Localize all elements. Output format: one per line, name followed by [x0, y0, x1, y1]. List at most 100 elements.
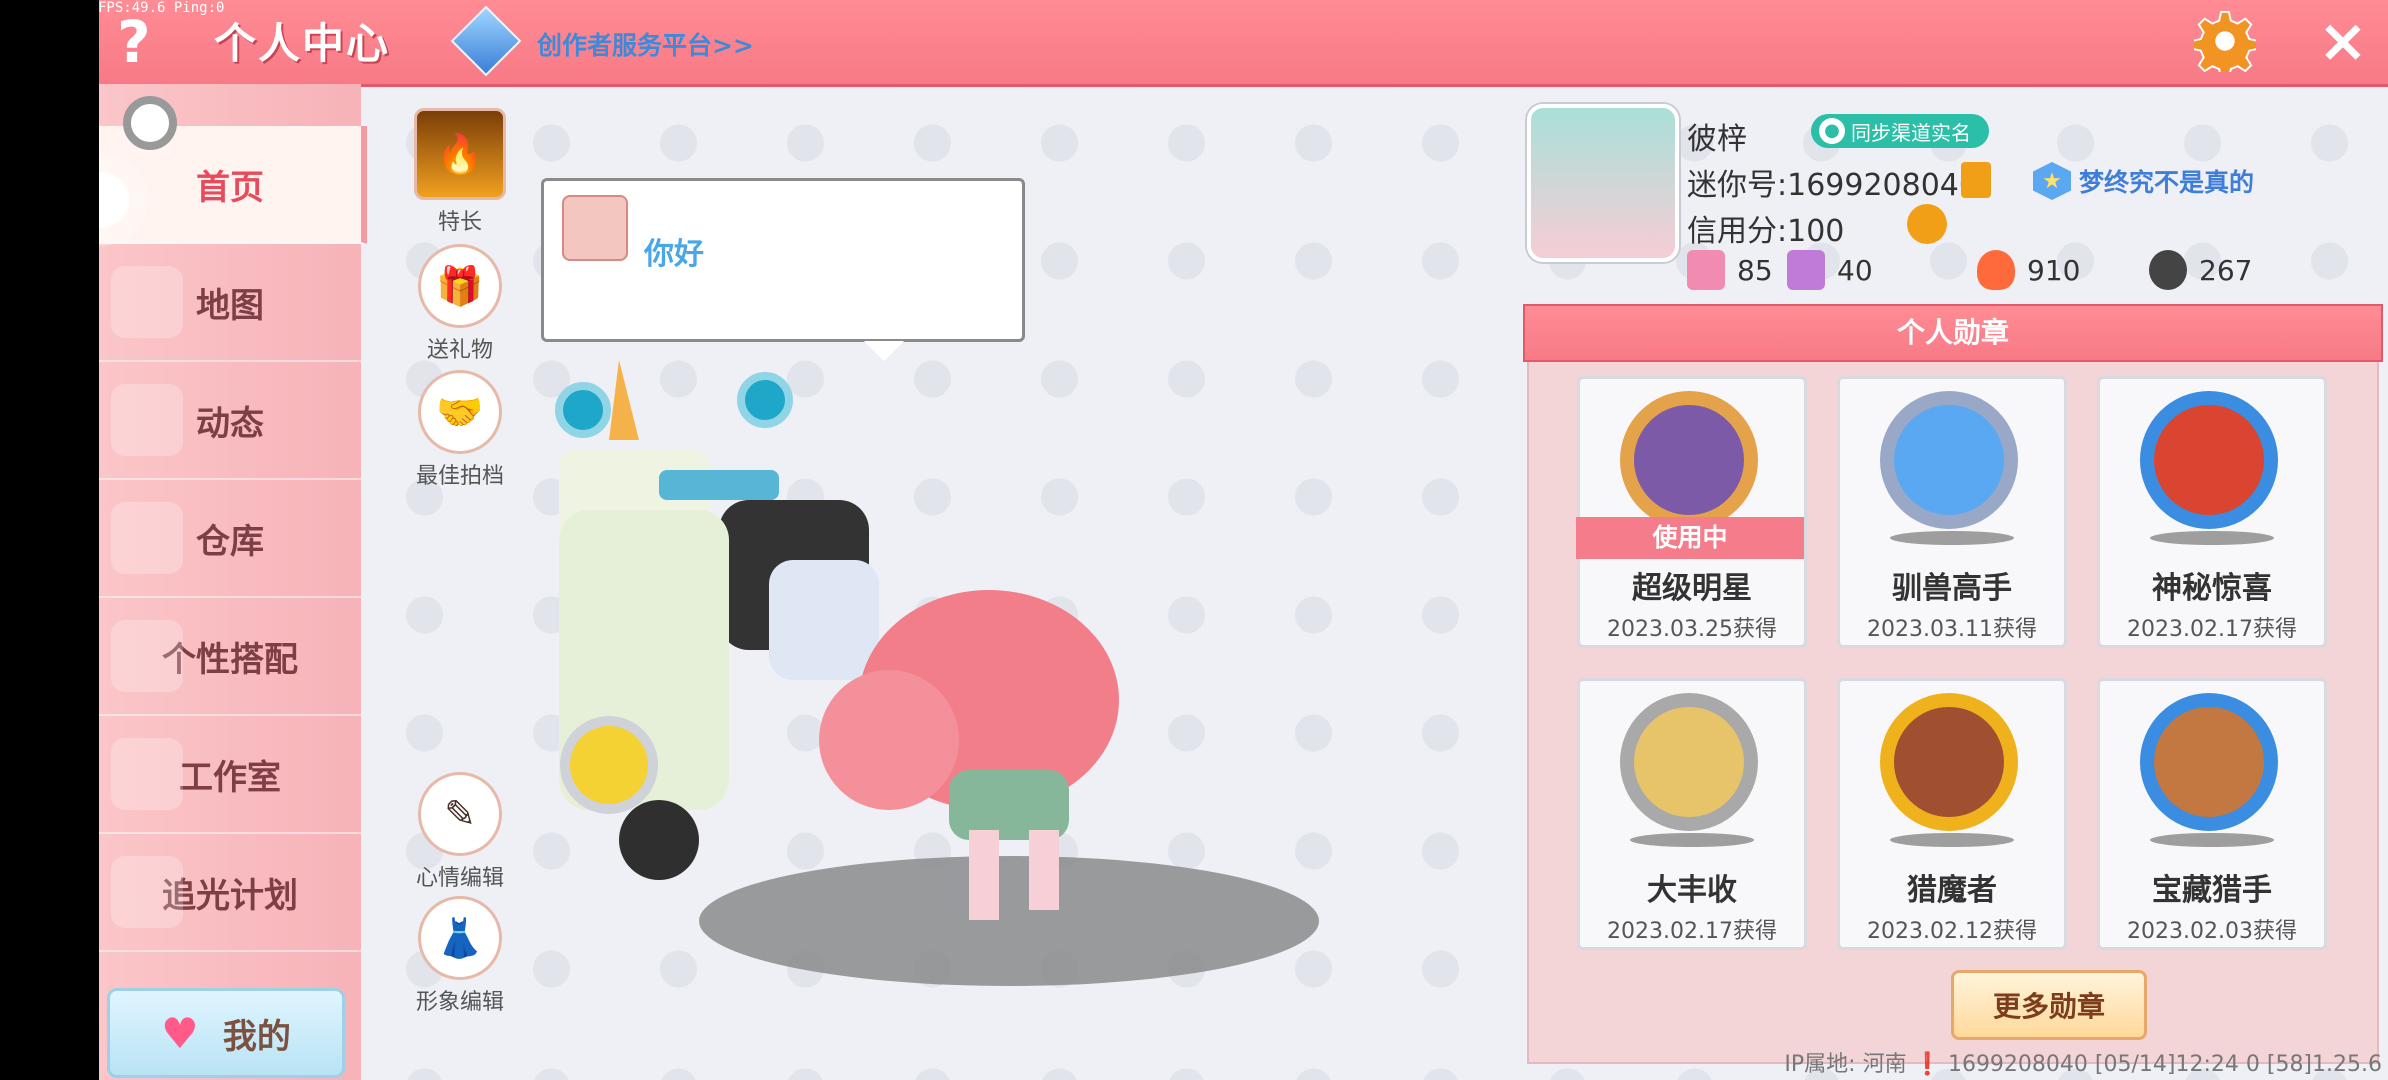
- medal-name: 神秘惊喜: [2152, 571, 2272, 606]
- star-badge-icon: ★: [2033, 162, 2071, 200]
- fan-icon: [1787, 250, 1825, 290]
- sidebar-item-label: 首页: [196, 167, 264, 208]
- medal-shadow: [1630, 833, 1754, 847]
- bookmark-icon: [1687, 250, 1725, 290]
- light-plan-icon: [111, 856, 183, 928]
- medal-card[interactable]: 大丰收 2023.02.17获得: [1577, 678, 1807, 950]
- mine-button[interactable]: ♥ 我的: [107, 988, 345, 1078]
- medal-shadow: [1890, 531, 2014, 545]
- medal-card[interactable]: 神秘惊喜 2023.02.17获得: [2097, 376, 2327, 648]
- medal-shadow: [2150, 833, 2274, 847]
- stat-value: 40: [1837, 253, 1873, 287]
- fire-icon: [1977, 250, 2015, 290]
- sync-label: 同步渠道实名: [1851, 120, 1971, 145]
- gift-icon: 🎁: [418, 244, 502, 328]
- close-button[interactable]: ×: [2318, 6, 2368, 76]
- sidebar-item-light-plan[interactable]: 追光计划: [99, 834, 361, 952]
- medal-date: 2023.03.11获得: [1867, 617, 2037, 642]
- handshake-icon: 🤝: [418, 370, 502, 454]
- sidebar-item-warehouse[interactable]: 仓库: [99, 480, 361, 598]
- beast-tamer-medal-icon: [1880, 391, 2018, 529]
- stat-likes: 267: [2149, 250, 2252, 290]
- stat-popularity: 910: [1977, 250, 2080, 290]
- medal-shadow: [2150, 531, 2274, 545]
- mine-label: 我的: [222, 1016, 291, 1057]
- medal-name: 猎魔者: [1907, 873, 1997, 908]
- action-label: 送礼物: [426, 338, 493, 363]
- hearts-icon: [2149, 250, 2187, 290]
- creator-cube-icon: [450, 5, 522, 77]
- demon-hunter-medal-icon: [1880, 693, 2018, 831]
- credit-person-icon[interactable]: [1907, 204, 1947, 244]
- bubble-text: 你好: [644, 237, 704, 272]
- edit-icon: ✎: [418, 772, 502, 856]
- sidebar-item-label: 地图: [196, 285, 264, 326]
- user-motto[interactable]: ★ 梦终究不是真的: [2033, 162, 2254, 200]
- copy-icon[interactable]: [1961, 162, 1991, 198]
- treasure-hunter-medal-icon: [2140, 693, 2278, 831]
- medal-date: 2023.02.12获得: [1867, 919, 2037, 944]
- medal-name: 超级明星: [1632, 571, 1752, 606]
- top-bar: ? 个人中心 创作者服务平台>> ×: [99, 0, 2388, 87]
- house-icon: [111, 502, 183, 574]
- sidebar-item-map[interactable]: 地图: [99, 244, 361, 362]
- sidebar: 首页 地图 动态 仓库 个性搭配 工作室 追光计划 ♥ 我的: [99, 84, 367, 1080]
- medal-card[interactable]: 宝藏猎手 2023.02.03获得: [2097, 678, 2327, 950]
- best-partner-button[interactable]: 🤝 最佳拍档: [405, 370, 515, 490]
- sidebar-item-outfit[interactable]: 个性搭配: [99, 598, 361, 716]
- outfit-icon: [111, 620, 183, 692]
- appearance-edit-button[interactable]: 👗 形象编辑: [405, 896, 515, 1016]
- flame-person-icon: 🔥: [414, 108, 506, 200]
- medal-name: 宝藏猎手: [2152, 873, 2272, 908]
- action-label: 最佳拍档: [415, 464, 504, 489]
- sync-real-name-button[interactable]: ● 同步渠道实名: [1811, 114, 1989, 148]
- floating-toggle[interactable]: [123, 96, 177, 150]
- medal-shadow: [1890, 833, 2014, 847]
- stat-value: 267: [2199, 253, 2253, 287]
- superstar-medal-icon: [1620, 391, 1758, 529]
- studio-icon: [111, 738, 183, 810]
- medal-date: 2023.02.17获得: [2127, 617, 2297, 642]
- motto-text: 梦终究不是真的: [2079, 168, 2255, 197]
- sidebar-item-label: 工作室: [179, 757, 281, 798]
- user-avatar[interactable]: [1527, 104, 1679, 262]
- personal-center-screen: ? 个人中心 创作者服务平台>> × 首页 地图 动态 仓库 个性搭配 工作室 …: [99, 0, 2388, 1080]
- settings-gear-icon[interactable]: [2194, 10, 2256, 72]
- credit-score: 信用分:100: [1687, 214, 1845, 249]
- in-use-badge: 使用中: [1576, 517, 1804, 559]
- action-label: 形象编辑: [415, 990, 504, 1015]
- medal-panel-header: 个人勋章: [1523, 304, 2383, 362]
- sidebar-item-feed[interactable]: 动态: [99, 362, 361, 480]
- special-skill-button[interactable]: 🔥 特长: [405, 108, 515, 236]
- bubble-avatar: [562, 195, 628, 261]
- harvest-medal-icon: [1620, 693, 1758, 831]
- ip-location-footer: IP属地: 河南 ❗ 1699208040 [05/14]12:24 0 [58…: [1784, 1052, 2382, 1077]
- user-name: 彼梓: [1687, 122, 1747, 157]
- help-button[interactable]: ?: [117, 8, 151, 76]
- send-gift-button[interactable]: 🎁 送礼物: [405, 244, 515, 364]
- stat-bookmarks: 85: [1687, 250, 1773, 290]
- sidebar-item-label: 仓库: [196, 521, 264, 562]
- creator-platform-link[interactable]: 创作者服务平台>>: [537, 26, 754, 62]
- sidebar-item-studio[interactable]: 工作室: [99, 716, 361, 834]
- action-label: 心情编辑: [415, 866, 504, 891]
- medal-name: 驯兽高手: [1892, 571, 2012, 606]
- bell-icon: [111, 384, 183, 456]
- action-label: 特长: [437, 210, 482, 235]
- medal-card[interactable]: 猎魔者 2023.02.12获得: [1837, 678, 2067, 950]
- user-sync-icon: ●: [1819, 118, 1845, 144]
- medal-card[interactable]: 驯兽高手 2023.03.11获得: [1837, 376, 2067, 648]
- medal-name: 大丰收: [1647, 873, 1737, 908]
- heart-icon: ♥: [161, 1008, 199, 1058]
- mini-id: 迷你号:1699208040: [1687, 168, 1978, 203]
- fps-readout: FPS:49.6 Ping:0: [98, 0, 225, 16]
- medal-date: 2023.02.03获得: [2127, 919, 2297, 944]
- mood-edit-button[interactable]: ✎ 心情编辑: [405, 772, 515, 892]
- medal-date: 2023.02.17获得: [1607, 919, 1777, 944]
- more-medals-button[interactable]: 更多勋章: [1951, 970, 2147, 1040]
- stat-fans: 40: [1787, 250, 1873, 290]
- mystery-gift-medal-icon: [2140, 391, 2278, 529]
- speech-bubble[interactable]: 你好: [541, 178, 1025, 361]
- medal-card[interactable]: 使用中 超级明星 2023.03.25获得: [1576, 376, 1807, 648]
- outfit-edit-icon: 👗: [418, 896, 502, 980]
